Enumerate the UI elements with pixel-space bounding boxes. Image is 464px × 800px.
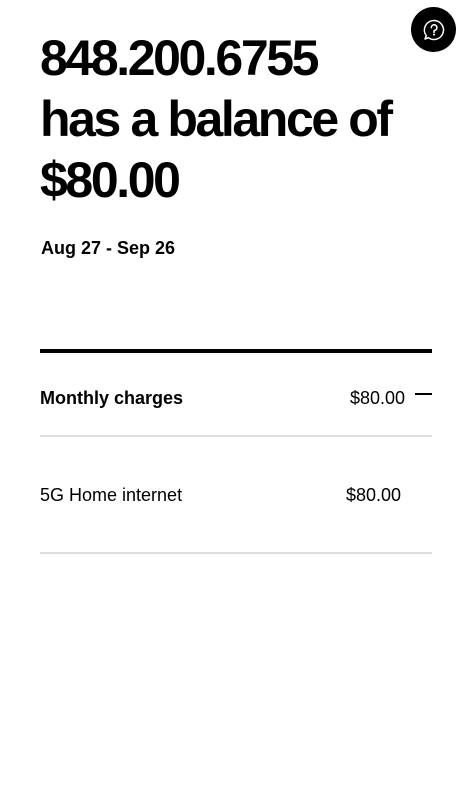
charge-item-amount: $80.00 [345, 485, 401, 505]
help-chat-icon [423, 19, 445, 41]
balance-phrase: has a balance of [40, 91, 393, 147]
collapse-minus-icon[interactable] [415, 393, 432, 395]
monthly-charges-amount: $80.00 [349, 388, 405, 408]
charges-section: Monthly charges $80.00 5G Home internet … [40, 349, 432, 554]
phone-number: 848.200.6755 [40, 30, 319, 86]
balance-amount: $80.00 [40, 152, 181, 208]
monthly-charges-label: Monthly charges [40, 388, 184, 408]
monthly-charges-row[interactable]: Monthly charges $80.00 [40, 353, 432, 437]
billing-period: Aug 27 - Sep 26 [41, 238, 176, 258]
charge-line-item: 5G Home internet $80.00 [40, 437, 432, 554]
balance-headline: 848.200.6755 has a balance of $80.00 [40, 28, 420, 211]
charge-item-label: 5G Home internet [40, 485, 183, 505]
